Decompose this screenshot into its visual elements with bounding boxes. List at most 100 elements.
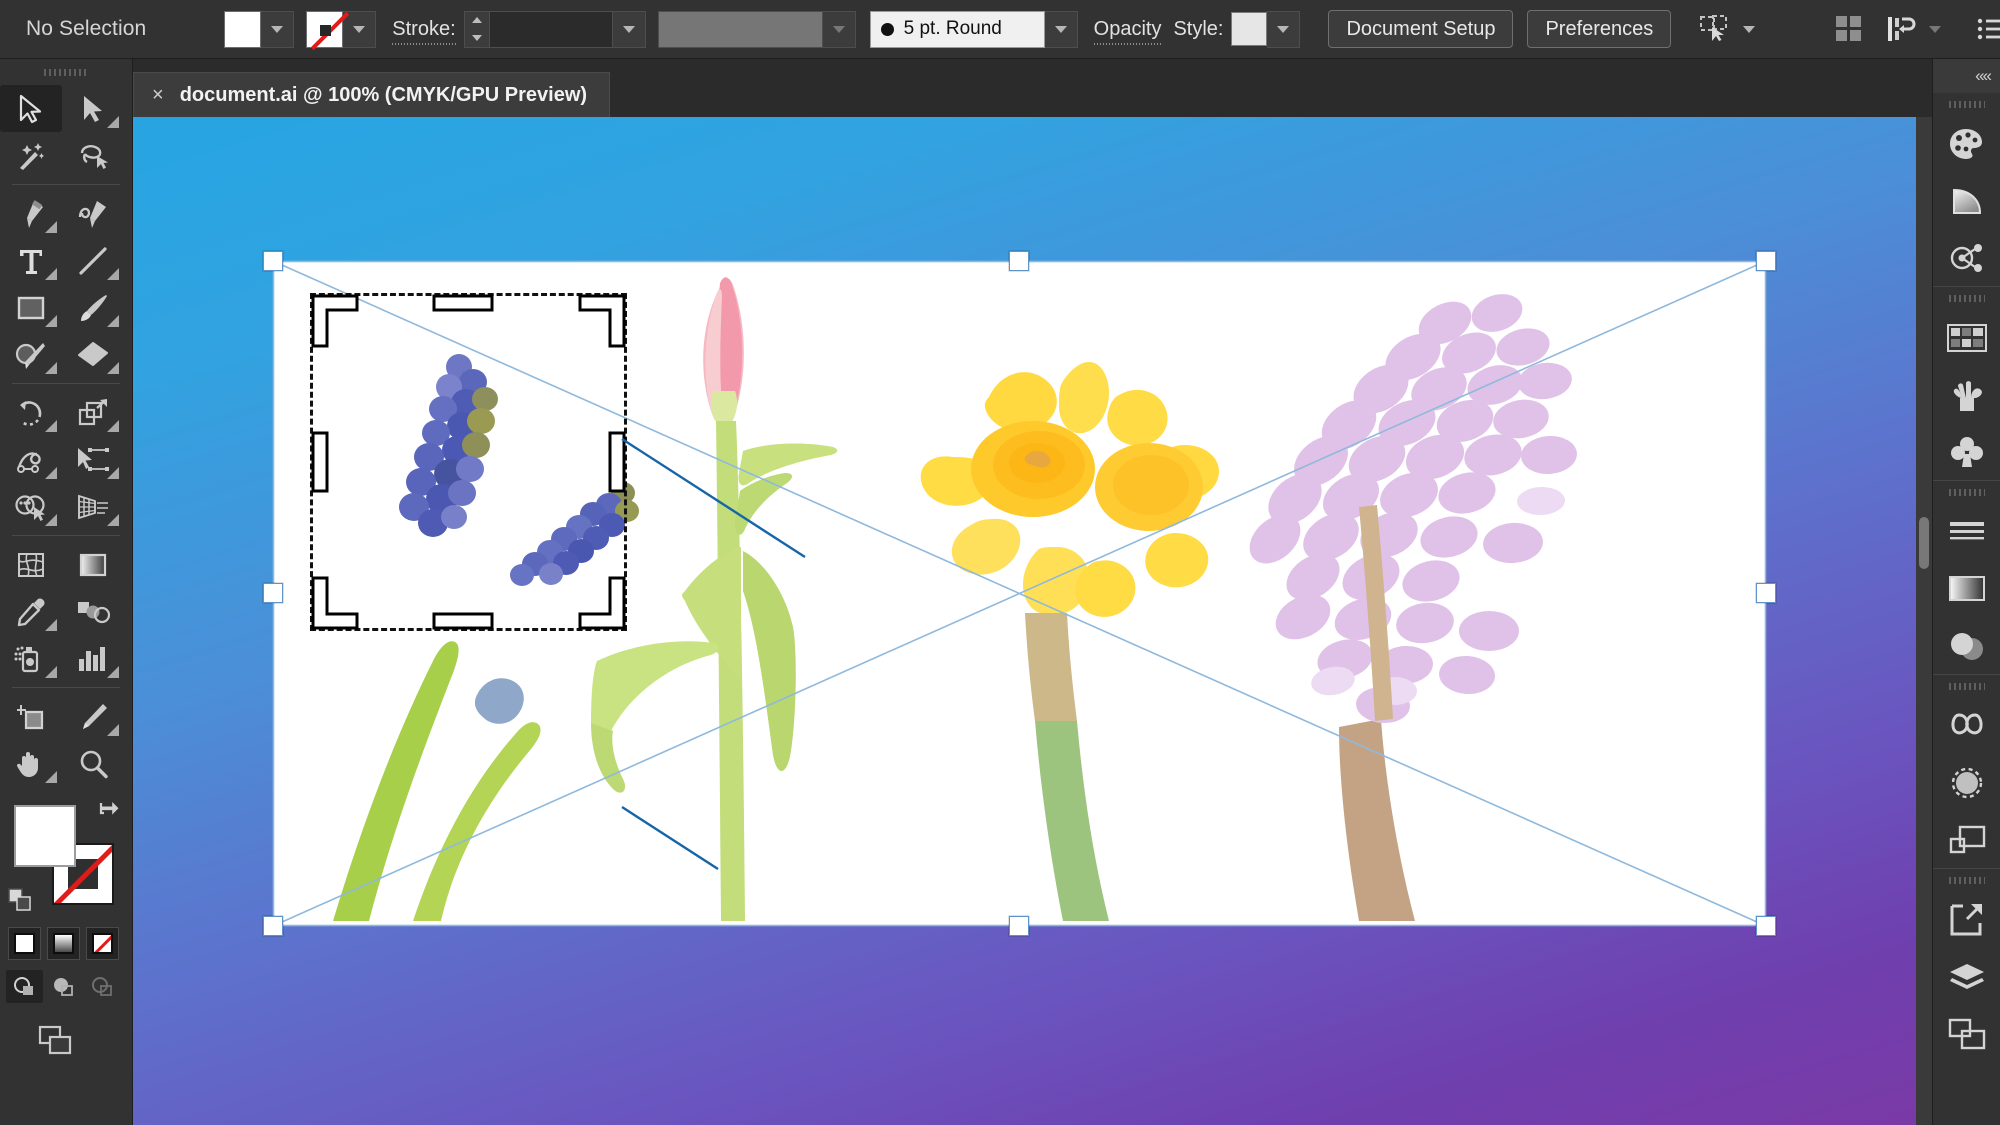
dock-group-grip[interactable] <box>1933 481 2000 503</box>
none-fill-button[interactable] <box>86 927 119 960</box>
stroke-weight-control[interactable] <box>463 10 646 48</box>
width-profile-dropdown[interactable] <box>822 10 856 48</box>
swatches-panel-icon[interactable] <box>1933 309 2000 366</box>
arrange-documents-icon[interactable] <box>1835 7 1863 51</box>
document-setup-button[interactable]: Document Setup <box>1328 10 1514 48</box>
stepper-down-icon[interactable] <box>471 34 482 41</box>
direct-selection-tool[interactable] <box>62 85 124 132</box>
change-screen-mode-button[interactable] <box>38 1025 132 1064</box>
tools-panel-grip[interactable] <box>0 59 132 85</box>
curvature-tool[interactable] <box>62 190 124 237</box>
type-tool[interactable] <box>0 237 62 284</box>
dock-group-grip[interactable] <box>1933 675 2000 697</box>
align-control[interactable] <box>1879 7 1947 51</box>
draw-inside-button[interactable] <box>84 970 121 1003</box>
graphic-styles-panel-icon[interactable] <box>1933 811 2000 868</box>
shape-builder-tool[interactable] <box>0 483 62 530</box>
paintbrush-tool[interactable] <box>62 284 124 331</box>
scale-tool[interactable] <box>62 389 124 436</box>
layers-panel-icon[interactable] <box>1933 948 2000 1005</box>
pen-tool[interactable] <box>0 190 62 237</box>
appearance-panel-icon[interactable] <box>1933 754 2000 811</box>
lasso-tool[interactable] <box>62 132 124 179</box>
rectangle-tool[interactable] <box>0 284 62 331</box>
color-fill-button[interactable] <box>8 927 41 960</box>
swap-fill-stroke-icon[interactable] <box>98 799 124 825</box>
line-segment-tool[interactable] <box>62 237 124 284</box>
gradient-tool[interactable] <box>62 541 124 588</box>
width-tool[interactable] <box>0 436 62 483</box>
stroke-weight-dropdown[interactable] <box>612 10 646 48</box>
symbols-panel-icon[interactable] <box>1933 423 2000 480</box>
free-transform-tool[interactable] <box>62 436 124 483</box>
hamburger-menu-icon[interactable] <box>1977 7 2000 51</box>
canvas-vertical-scrollbar[interactable] <box>1916 117 1932 1125</box>
width-profile-control[interactable] <box>657 10 856 48</box>
gradient-panel-icon[interactable] <box>1933 560 2000 617</box>
select-similar-objects-icon[interactable] <box>1693 7 1737 51</box>
selection-tool[interactable] <box>0 85 62 132</box>
document-canvas[interactable] <box>133 117 1932 1125</box>
brush-definition-display[interactable]: 5 pt. Round <box>869 10 1045 48</box>
creative-cloud-libraries-panel-icon[interactable] <box>1933 697 2000 754</box>
fill-color-control[interactable] <box>224 10 295 48</box>
slice-tool[interactable] <box>62 693 124 740</box>
document-tab[interactable]: × document.ai @ 100% (CMYK/GPU Preview) <box>133 72 611 117</box>
magic-wand-tool[interactable] <box>0 132 62 179</box>
stroke-weight-stepper[interactable] <box>463 10 490 48</box>
gradient-fill-button[interactable] <box>47 927 80 960</box>
default-fill-stroke-icon[interactable] <box>8 888 35 915</box>
stroke-weight-input[interactable] <box>489 10 613 48</box>
tool-row <box>0 483 132 530</box>
document-tab-title: document.ai @ 100% (CMYK/GPU Preview) <box>179 83 588 106</box>
stroke-panel-icon[interactable] <box>1933 503 2000 560</box>
eraser-tool[interactable] <box>62 331 124 378</box>
opacity-label[interactable]: Opacity <box>1093 18 1161 45</box>
stroke-color-swatch[interactable] <box>306 10 344 48</box>
color-guide-panel-icon[interactable] <box>1933 172 2000 229</box>
rotate-tool[interactable] <box>0 389 62 436</box>
width-profile-display[interactable] <box>657 10 823 48</box>
stroke-color-control[interactable] <box>306 10 377 48</box>
perspective-grid-tool[interactable] <box>62 483 124 530</box>
eyedropper-tool[interactable] <box>0 588 62 635</box>
graphic-style-dropdown[interactable] <box>1267 10 1301 48</box>
blend-tool[interactable] <box>62 588 124 635</box>
column-graph-tool[interactable] <box>62 635 124 682</box>
artboard-tool[interactable] <box>0 693 62 740</box>
brush-definition-control[interactable]: 5 pt. Round <box>869 10 1078 48</box>
adobe-color-themes-panel-icon[interactable] <box>1933 229 2000 286</box>
stroke-color-dropdown[interactable] <box>343 10 377 48</box>
select-similar-control[interactable] <box>1693 7 1761 51</box>
fill-swatch-large[interactable] <box>14 805 76 867</box>
dock-group-grip[interactable] <box>1933 287 2000 309</box>
preferences-button[interactable]: Preferences <box>1527 10 1672 48</box>
fill-color-swatch[interactable] <box>224 10 262 48</box>
graphic-style-control[interactable] <box>1231 10 1301 48</box>
mesh-tool[interactable] <box>0 541 62 588</box>
dock-group-grip[interactable] <box>1933 93 2000 115</box>
export-panel-icon[interactable] <box>1933 891 2000 948</box>
close-icon[interactable]: × <box>152 85 164 105</box>
artboards-panel-icon[interactable] <box>1933 1005 2000 1062</box>
symbol-sprayer-tool[interactable] <box>0 635 62 682</box>
shaper-tool[interactable] <box>0 331 62 378</box>
flyout-triangle-icon <box>45 221 57 233</box>
hand-tool[interactable] <box>0 740 62 787</box>
dock-group-grip[interactable] <box>1933 869 2000 891</box>
stepper-up-icon[interactable] <box>471 17 482 24</box>
color-panel-icon[interactable] <box>1933 115 2000 172</box>
zoom-tool[interactable] <box>62 740 124 787</box>
graphic-style-swatch[interactable] <box>1231 12 1268 46</box>
draw-behind-button[interactable] <box>45 970 82 1003</box>
brush-definition-dropdown[interactable] <box>1044 10 1078 48</box>
fill-color-dropdown[interactable] <box>261 10 295 48</box>
scrollbar-thumb[interactable] <box>1919 517 1929 569</box>
draw-normal-button[interactable] <box>6 970 43 1003</box>
select-similar-dropdown[interactable] <box>1737 25 1761 33</box>
brushes-panel-icon[interactable] <box>1933 366 2000 423</box>
transparency-panel-icon[interactable] <box>1933 617 2000 674</box>
align-icon[interactable] <box>1879 7 1923 51</box>
collapse-panels-button[interactable]: «« <box>1933 59 2000 93</box>
align-dropdown[interactable] <box>1923 25 1947 33</box>
